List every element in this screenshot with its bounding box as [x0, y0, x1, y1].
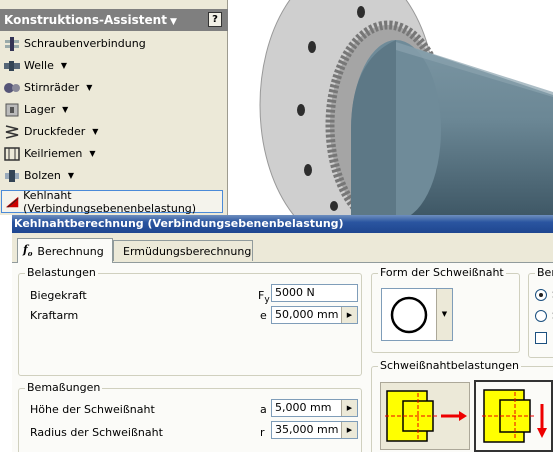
weld-height-label: Höhe der Schweißnaht — [30, 403, 155, 416]
tab-fatigue-calculation[interactable]: Ermüdungsberechnung — [113, 240, 253, 261]
menu-item-spur-gears[interactable]: Stirnräder ▼ — [4, 78, 92, 98]
expand-arrow-icon[interactable]: ▼ — [61, 56, 67, 76]
fillet-weld-calculator-dialog: Kehlnahtberechnung (Verbindungsebenenbel… — [12, 215, 553, 452]
lever-arm-input[interactable]: 50,000 mm ▶ — [271, 306, 358, 324]
spur-gears-icon — [4, 83, 20, 93]
expand-arrow-icon[interactable]: ▼ — [86, 78, 92, 98]
chevron-down-icon[interactable]: ▼ — [170, 17, 177, 27]
menu-item-v-belt[interactable]: Keilriemen ▼ — [4, 144, 96, 164]
design-assistant-panel: Konstruktions-Assistent ▼ ? Schraubenverb… — [0, 0, 228, 215]
assistant-title: Konstruktions-Assistent — [4, 13, 167, 27]
menu-item-label: Stirnräder — [24, 81, 80, 94]
dialog-title: Kehlnahtberechnung (Verbindungsebenenbel… — [14, 217, 344, 230]
circle-shape-icon — [390, 296, 428, 334]
menu-item-label: Kehlnaht (Verbindungsebenenbelastung) — [23, 188, 197, 215]
tab-strip: fo Berechnung Ermüdungsberechnung — [12, 233, 553, 263]
compression-spring-icon — [5, 125, 19, 139]
help-button[interactable]: ? — [208, 12, 222, 27]
menu-item-shaft[interactable]: Welle ▼ — [4, 56, 67, 76]
menu-item-compression-spring[interactable]: Druckfeder ▼ — [4, 122, 98, 142]
dimensions-group-title: Bemaßungen — [25, 381, 103, 394]
tab-content-calculation: Belastungen Biegekraft Fy 5000 N Kraftar… — [12, 262, 553, 452]
menu-item-bearing[interactable]: Lager ▼ — [4, 100, 68, 120]
pin-icon — [5, 170, 19, 182]
shaft-icon — [4, 61, 20, 71]
expand-arrow-icon[interactable]: ▼ — [62, 100, 68, 120]
calc-checkbox[interactable] — [535, 332, 547, 344]
3d-viewport[interactable] — [228, 0, 553, 215]
lever-arm-label: Kraftarm — [30, 309, 79, 322]
bending-load-icon — [482, 389, 547, 443]
menu-item-label: Bolzen — [24, 169, 61, 182]
calc-option-radio-2[interactable] — [535, 310, 547, 322]
weld-radius-label: Radius der Schweißnaht — [30, 426, 163, 439]
weld-shape-group-title: Form der Schweißnaht — [378, 266, 506, 279]
bending-force-value: 5000 N — [275, 286, 315, 299]
expand-arrow-icon[interactable]: ▼ — [89, 144, 95, 164]
lever-arm-value: 50,000 mm — [275, 308, 339, 321]
menu-item-label: Lager — [24, 103, 56, 116]
weld-loads-group-title: Schweißnahtbelastungen — [378, 359, 522, 372]
weld-radius-symbol: r — [260, 426, 265, 439]
tab-calculation[interactable]: fo Berechnung — [17, 238, 113, 263]
bending-force-input[interactable]: 5000 N — [271, 284, 358, 302]
play-arrow-icon[interactable]: ▶ — [341, 400, 357, 416]
load-type-option-2[interactable] — [474, 380, 553, 452]
fx-icon: fo — [23, 243, 33, 259]
fillet-weld-icon — [5, 196, 19, 208]
bending-force-label: Biegekraft — [30, 289, 87, 302]
symbol-subscript: y — [264, 295, 270, 306]
menu-item-label: Druckfeder — [24, 125, 86, 138]
lever-arm-symbol: e — [260, 309, 267, 322]
load-type-option-1[interactable] — [380, 382, 470, 450]
assistant-header[interactable]: Konstruktions-Assistent ▼ ? — [0, 9, 228, 31]
flange-shaft-model — [259, 0, 553, 215]
menu-item-pin[interactable]: Bolzen ▼ — [4, 166, 74, 186]
weld-radius-input[interactable]: 35,000 mm / ▶ — [271, 421, 358, 439]
dialog-title-bar[interactable]: Kehlnahtberechnung (Verbindungsebenenbel… — [12, 215, 553, 233]
bearing-icon — [5, 103, 19, 117]
tab-label: Ermüdungsberechnung — [123, 244, 252, 258]
expand-arrow-icon[interactable]: ▼ — [68, 166, 74, 186]
perpendicular-load-icon — [385, 390, 467, 442]
menu-item-label: Keilriemen — [24, 147, 83, 160]
weld-height-input[interactable]: 5,000 mm ▶ — [271, 399, 358, 417]
dropdown-arrow-icon[interactable]: ▼ — [436, 289, 452, 340]
weld-height-symbol: a — [260, 403, 267, 416]
play-arrow-icon[interactable]: ▶ — [341, 422, 357, 438]
menu-item-fillet-weld[interactable]: Kehlnaht (Verbindungsebenenbelastung) — [1, 188, 223, 215]
weld-radius-value: 35,000 mm / — [275, 423, 346, 436]
calculation-group-title: Bere — [535, 266, 553, 279]
menu-item-label: Welle — [24, 59, 54, 72]
expand-arrow-icon[interactable]: ▼ — [92, 122, 98, 142]
tab-label: Berechnung — [37, 244, 104, 258]
menu-item-label: Schraubenverbindung — [24, 37, 146, 50]
menu-item-bolt-connection[interactable]: Schraubenverbindung — [4, 34, 146, 54]
play-arrow-icon[interactable]: ▶ — [341, 307, 357, 323]
v-belt-icon — [4, 147, 20, 161]
bolt-connection-icon — [5, 37, 19, 51]
weld-shape-select[interactable]: ▼ — [381, 288, 453, 341]
dimensions-group: Bemaßungen — [18, 381, 362, 452]
bending-force-symbol: Fy — [258, 289, 270, 305]
loads-group-title: Belastungen — [25, 266, 98, 279]
calc-option-radio-1[interactable] — [535, 289, 547, 301]
weld-height-value: 5,000 mm — [275, 401, 332, 414]
